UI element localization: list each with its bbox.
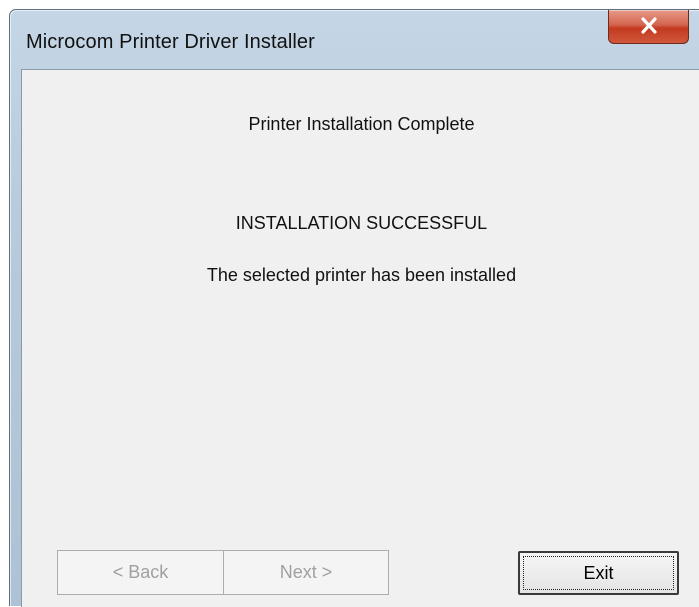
status-text: INSTALLATION SUCCESSFUL bbox=[235, 213, 488, 233]
exit-button[interactable]: Exit bbox=[518, 551, 679, 595]
dialog-body: Printer Installation Complete INSTALLATI… bbox=[21, 69, 699, 607]
title-bar[interactable]: Microcom Printer Driver Installer bbox=[10, 10, 699, 78]
focus-rectangle bbox=[523, 556, 674, 590]
window-title: Microcom Printer Driver Installer bbox=[26, 31, 315, 53]
next-button[interactable]: Next > bbox=[223, 550, 389, 595]
close-button[interactable] bbox=[608, 10, 689, 44]
page-heading: Printer Installation Complete bbox=[248, 114, 475, 134]
message-text: The selected printer has been installed bbox=[206, 265, 517, 285]
back-button[interactable]: < Back bbox=[57, 550, 224, 595]
close-icon bbox=[641, 17, 657, 34]
installer-window: Microcom Printer Driver Installer Printe… bbox=[9, 9, 699, 607]
